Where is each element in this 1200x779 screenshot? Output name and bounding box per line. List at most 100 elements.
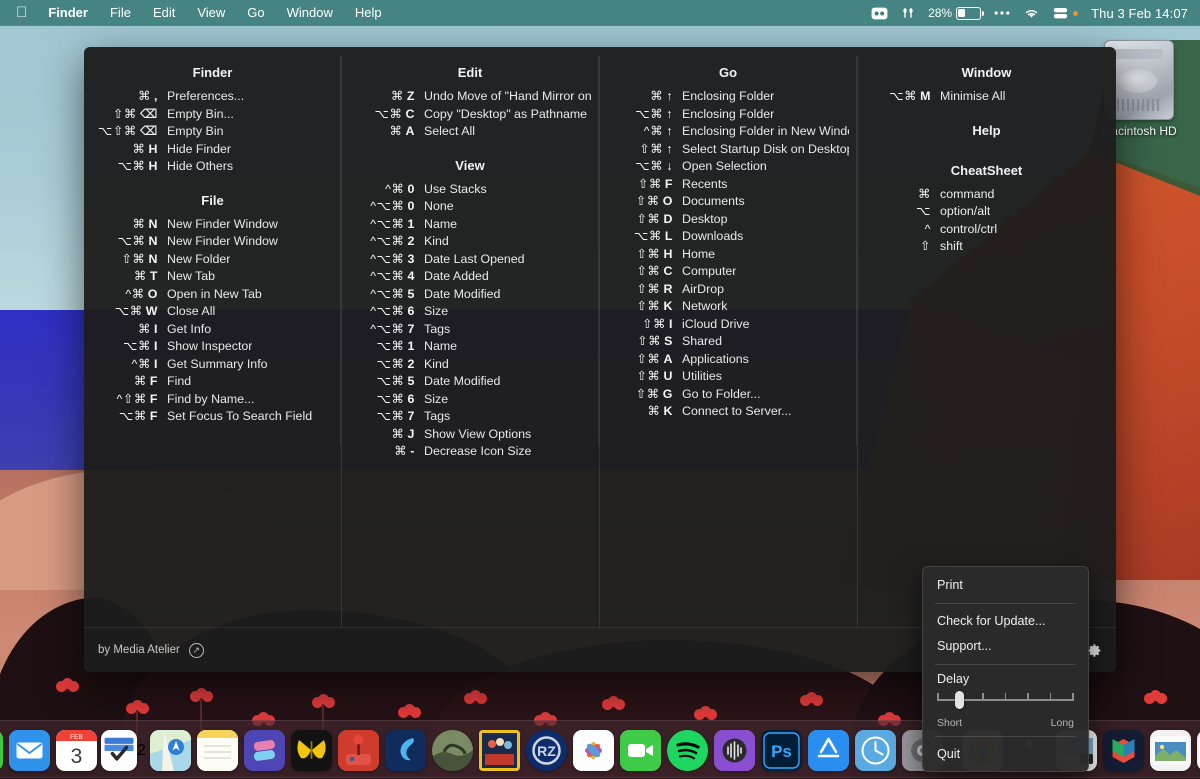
dock-item-messages[interactable] (0, 727, 5, 774)
dock-item-calendar[interactable]: FEB3 (54, 727, 99, 774)
dock-item-shortcuts[interactable] (242, 727, 287, 774)
dock-item-cube-folder[interactable] (1101, 727, 1146, 774)
shortcut-row[interactable]: ⌥⌘WClose All (84, 303, 341, 321)
dock-item-notes[interactable] (195, 727, 240, 774)
shortcut-row[interactable]: ^⌥⌘2Kind (341, 233, 599, 251)
shortcut-row[interactable]: ⇧⌘⌫Empty Bin... (84, 106, 341, 124)
wifi-icon[interactable] (1023, 7, 1040, 19)
menu-view[interactable]: View (186, 0, 236, 26)
shortcut-row[interactable]: ⌘IGet Info (84, 321, 341, 339)
dock-item-time-machine[interactable] (853, 727, 898, 774)
dock-item-rz-app[interactable]: RZ (524, 727, 569, 774)
shortcut-row[interactable]: ⌘HHide Finder (84, 141, 341, 159)
dock-item-dinosaur-app[interactable] (430, 727, 475, 774)
dock-item-joystick-app[interactable] (336, 727, 381, 774)
menu-edit[interactable]: Edit (142, 0, 186, 26)
menu-item-check-for-update[interactable]: Check for Update... (923, 609, 1088, 634)
shortcut-row[interactable]: ^⌥⌘3Date Last Opened (341, 251, 599, 269)
airpods-icon[interactable] (901, 6, 915, 20)
shortcut-row[interactable]: ⌥⌘FSet Focus To Search Field (84, 408, 341, 426)
shortcut-row[interactable]: ⌘-Decrease Icon Size (341, 443, 599, 461)
apple-logo-icon[interactable]:  (10, 0, 37, 26)
dock-item-spotify[interactable] (665, 727, 710, 774)
menu-file[interactable]: File (99, 0, 142, 26)
shortcut-row[interactable]: ^⌘OOpen in New Tab (84, 286, 341, 304)
shortcut-row[interactable]: ⇧⌘GGo to Folder... (599, 386, 857, 404)
shortcut-row[interactable]: ⇧⌘KNetwork (599, 298, 857, 316)
shortcut-row[interactable]: ⇧⌘RAirDrop (599, 281, 857, 299)
shortcut-row[interactable]: ⌥⌘↑Enclosing Folder (599, 106, 857, 124)
circle-arrow-icon[interactable]: ↗ (189, 643, 204, 658)
menu-item-print[interactable]: Print (923, 573, 1088, 598)
dock-item-maps[interactable] (148, 727, 193, 774)
shortcut-row[interactable]: ^⌘0Use Stacks (341, 181, 599, 199)
shortcut-row[interactable]: ⇧⌘HHome (599, 246, 857, 264)
dock-item-wave-app[interactable] (383, 727, 428, 774)
shortcut-row[interactable]: ⌥⌘2Kind (341, 356, 599, 374)
shortcut-row[interactable]: ⇧⌘SShared (599, 333, 857, 351)
menu-item-quit[interactable]: Quit (923, 742, 1088, 767)
menu-window[interactable]: Window (276, 0, 344, 26)
shortcut-row[interactable]: ⌘ASelect All (341, 123, 599, 141)
shortcut-row[interactable]: ⌥⌘6Size (341, 391, 599, 409)
battery-status[interactable]: 28% (928, 6, 981, 20)
shortcut-row[interactable]: ⇧⌘CComputer (599, 263, 857, 281)
dock-item-photoshop[interactable]: Ps (759, 727, 804, 774)
shortcut-row[interactable]: ⌥⌘CCopy "Desktop" as Pathname (341, 106, 599, 124)
shortcut-row[interactable]: ⇧⌘ODocuments (599, 193, 857, 211)
dock-item-documents-folder[interactable] (1195, 727, 1200, 774)
shortcut-row[interactable]: ⌥⇧⌘⌫Empty Bin (84, 123, 341, 141)
dock-item-pictures-folder[interactable] (1148, 727, 1193, 774)
delay-slider[interactable] (923, 690, 1088, 714)
screen-recording-icon[interactable] (871, 7, 888, 20)
menu-extra-icon[interactable] (1053, 7, 1068, 20)
menu-help[interactable]: Help (344, 0, 393, 26)
shortcut-row[interactable]: ⇧⌘FRecents (599, 176, 857, 194)
shortcut-row[interactable]: ⌥⌘LDownloads (599, 228, 857, 246)
shortcut-row[interactable]: ⌥⌘HHide Others (84, 158, 341, 176)
shortcut-row[interactable]: ^⌘IGet Summary Info (84, 356, 341, 374)
shortcut-row[interactable]: ⇧⌘AApplications (599, 351, 857, 369)
dock-item-movie-app[interactable] (477, 727, 522, 774)
shortcut-row[interactable]: ^⇧⌘FFind by Name... (84, 391, 341, 409)
shortcut-row[interactable]: ⌥⌘↓Open Selection (599, 158, 857, 176)
shortcut-row[interactable]: ^⌥⌘5Date Modified (341, 286, 599, 304)
shortcut-row[interactable]: ^⌘↑Enclosing Folder in New Window (599, 123, 857, 141)
shortcut-row[interactable]: ⌘NNew Finder Window (84, 216, 341, 234)
shortcut-row[interactable]: ⌥⌘MMinimise All (857, 88, 1116, 106)
menu-bar-clock[interactable]: Thu 3 Feb 14:07 (1091, 6, 1188, 21)
shortcut-row[interactable]: ⌥⌘IShow Inspector (84, 338, 341, 356)
shortcut-row[interactable]: ⌥⌘NNew Finder Window (84, 233, 341, 251)
shortcut-row[interactable]: ⇧⌘DDesktop (599, 211, 857, 229)
shortcut-row[interactable]: ⌥⌘1Name (341, 338, 599, 356)
shortcut-row[interactable]: ⇧⌘↑Select Startup Disk on Desktop (599, 141, 857, 159)
shortcut-row[interactable]: ⌘JShow View Options (341, 426, 599, 444)
shortcut-row[interactable]: ⌥⌘7Tags (341, 408, 599, 426)
dock-item-app-store[interactable] (806, 727, 851, 774)
credit-link[interactable]: by Media Atelier ↗ (98, 643, 204, 658)
dock-item-reminders[interactable]: 2 (101, 727, 146, 774)
menu-finder[interactable]: Finder (37, 0, 99, 26)
shortcut-row[interactable]: ⌥⌘5Date Modified (341, 373, 599, 391)
dock-item-mail[interactable] (7, 727, 52, 774)
dock-item-audio-app[interactable] (712, 727, 757, 774)
dock-item-photos[interactable] (571, 727, 616, 774)
shortcut-row[interactable]: ^⌥⌘6Size (341, 303, 599, 321)
slider-thumb[interactable] (955, 691, 964, 709)
shortcut-row[interactable]: ⇧⌘UUtilities (599, 368, 857, 386)
shortcut-row[interactable]: ⌘KConnect to Server... (599, 403, 857, 421)
shortcut-row[interactable]: ^⌥⌘7Tags (341, 321, 599, 339)
shortcut-row[interactable]: ⌘FFind (84, 373, 341, 391)
shortcut-row[interactable]: ^⌥⌘1Name (341, 216, 599, 234)
shortcut-row[interactable]: ^⌥⌘0None (341, 198, 599, 216)
dock-item-butterfly-app[interactable] (289, 727, 334, 774)
shortcut-row[interactable]: ⌘,Preferences... (84, 88, 341, 106)
shortcut-row[interactable]: ⌘TNew Tab (84, 268, 341, 286)
shortcut-row[interactable]: ⌘↑Enclosing Folder (599, 88, 857, 106)
shortcut-row[interactable]: ⇧⌘IiCloud Drive (599, 316, 857, 334)
shortcut-row[interactable]: ⌘ZUndo Move of "Hand Mirror on mac (341, 88, 599, 106)
dock-item-facetime[interactable] (618, 727, 663, 774)
shortcut-row[interactable]: ^⌥⌘4Date Added (341, 268, 599, 286)
control-center-more-icon[interactable] (994, 10, 1010, 16)
shortcut-row[interactable]: ⇧⌘NNew Folder (84, 251, 341, 269)
